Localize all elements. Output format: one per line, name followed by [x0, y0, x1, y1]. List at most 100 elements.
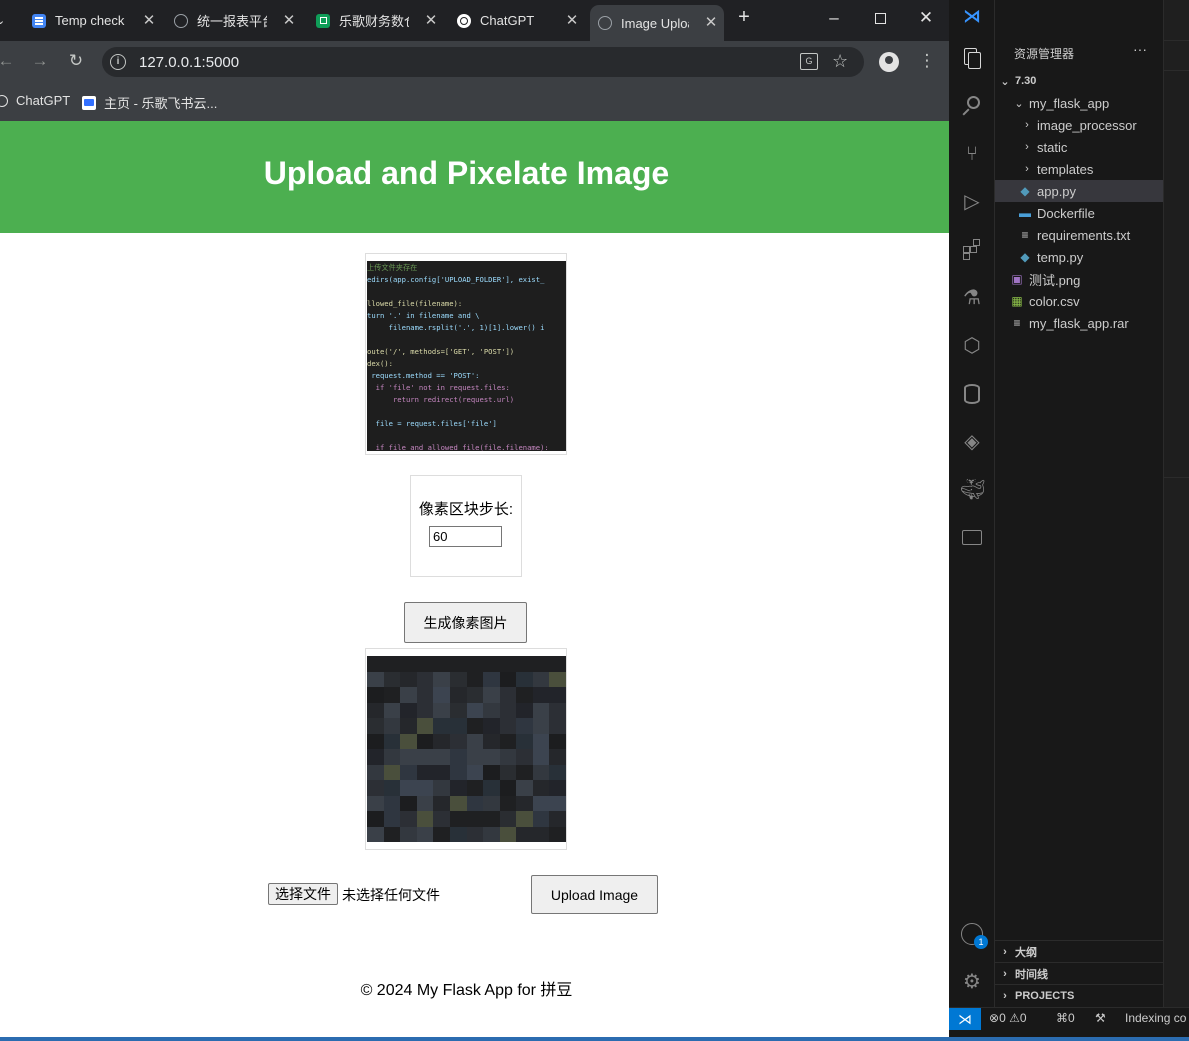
tab-chatgpt[interactable]: ChatGPT ✕: [457, 6, 585, 35]
forward-icon[interactable]: →: [28, 51, 52, 71]
reload-icon[interactable]: ↻: [64, 51, 88, 71]
accounts-icon[interactable]: 1: [960, 922, 988, 949]
chatgpt-icon: [0, 94, 8, 107]
panel-outline[interactable]: › 大纲: [995, 940, 1163, 962]
docs-icon: [32, 13, 46, 28]
code-screenshot-image: 上传文件夹存在 edirs(app.config['UPLOAD_FOLDER']…: [367, 261, 566, 451]
maximize-icon[interactable]: [868, 9, 892, 29]
problems-indicator[interactable]: ⊗0 ⚠0: [989, 1011, 1027, 1025]
tree-item-file[interactable]: ▬ Dockerfile: [995, 202, 1163, 224]
tree-item-file[interactable]: ◆ temp.py: [995, 246, 1163, 268]
pixel-block: [383, 702, 401, 718]
pixel-block: [367, 780, 384, 796]
tab-finance-warehouse[interactable]: 乐歌财务数仓 ✕: [316, 6, 444, 35]
generate-pixel-button[interactable]: 生成像素图片: [404, 602, 527, 643]
pixel-block: [383, 749, 401, 765]
pixel-block: [416, 733, 434, 749]
bookmark-feishu[interactable]: 主页 - 乐歌飞书云...: [82, 93, 217, 112]
upload-image-button[interactable]: Upload Image: [531, 875, 658, 914]
code-line: if 'file' not in request.files:: [367, 383, 510, 392]
chat-icon[interactable]: [960, 526, 984, 550]
step-form: 像素区块步长:: [410, 475, 522, 577]
source-control-icon[interactable]: ⑂: [960, 142, 984, 166]
tree-item-root[interactable]: ⌄ 7.30: [995, 70, 1163, 92]
tree-item-folder[interactable]: › image_processor: [995, 114, 1163, 136]
new-tab-button[interactable]: +: [732, 6, 756, 29]
step-input[interactable]: [429, 526, 502, 547]
tree-item-file[interactable]: ▦ color.csv: [995, 290, 1163, 312]
pixel-block: [532, 656, 550, 672]
tree-item-folder[interactable]: › static: [995, 136, 1163, 158]
remote-explorer-icon[interactable]: ⬡: [960, 334, 984, 358]
panel-timeline[interactable]: › 时间线: [995, 962, 1163, 984]
tree-item-file[interactable]: ≡ requirements.txt: [995, 224, 1163, 246]
chevron-right-icon: ›: [1003, 989, 1007, 1002]
pixel-block: [483, 749, 500, 765]
profile-avatar-icon[interactable]: [879, 52, 899, 72]
pixel-block: [449, 702, 467, 718]
pixel-block: [449, 826, 467, 842]
tree-item-file-selected[interactable]: ◆ app.py: [995, 180, 1163, 202]
panel-projects[interactable]: › PROJECTS: [995, 984, 1163, 1006]
pixel-block: [483, 733, 500, 749]
globe-icon: [174, 13, 188, 28]
url-text[interactable]: 127.0.0.1:5000: [139, 54, 239, 71]
browser-toolbar: ← → ↻ i 127.0.0.1:5000 G ☆ ⋮: [0, 41, 949, 83]
translate-icon[interactable]: G: [800, 53, 818, 70]
pixel-block: [532, 702, 550, 718]
menu-kebab-icon[interactable]: ⋮: [915, 51, 939, 71]
layers-icon[interactable]: ◈: [960, 430, 984, 454]
window-close-icon[interactable]: ✕: [914, 8, 938, 28]
run-debug-icon[interactable]: ▷: [960, 190, 984, 214]
close-icon[interactable]: ✕: [702, 13, 720, 31]
minimize-icon[interactable]: –: [822, 8, 846, 28]
explorer-icon[interactable]: [960, 46, 984, 70]
tab-temp-check[interactable]: Temp check ✕: [32, 6, 162, 35]
build-icon[interactable]: ⚒: [1095, 1011, 1106, 1025]
pixel-block: [499, 780, 517, 796]
settings-gear-icon[interactable]: ⚙: [960, 970, 984, 994]
step-label: 像素区块步长:: [418, 501, 514, 518]
tree-item-folder[interactable]: › templates: [995, 158, 1163, 180]
pixel-block: [383, 656, 401, 672]
search-icon[interactable]: [960, 94, 984, 118]
tree-item-file[interactable]: ▣ 测试.png: [995, 268, 1163, 290]
back-icon[interactable]: ←: [0, 51, 18, 71]
pixel-block: [516, 687, 533, 703]
pixel-block: [383, 826, 401, 842]
tree-item-folder[interactable]: ⌄ my_flask_app: [995, 92, 1163, 114]
close-icon[interactable]: ✕: [422, 11, 440, 29]
bookmark-star-icon[interactable]: ☆: [832, 51, 848, 72]
address-bar[interactable]: i 127.0.0.1:5000 G ☆: [102, 47, 864, 77]
close-icon[interactable]: ✕: [563, 11, 581, 29]
pixel-block: [549, 702, 566, 718]
taskbar-edge: [0, 1037, 1189, 1041]
pixel-block: [532, 764, 550, 780]
pixel-block: [516, 671, 533, 687]
close-icon[interactable]: ✕: [140, 11, 158, 29]
more-actions-icon[interactable]: ···: [1133, 41, 1147, 57]
tab-search-button[interactable]: ⌄: [0, 6, 16, 35]
pixel-block: [433, 702, 450, 718]
pixel-block: [383, 718, 401, 734]
remote-indicator-icon[interactable]: ⋊: [949, 1008, 981, 1030]
testing-flask-icon[interactable]: ⚗: [960, 286, 984, 310]
choose-file-button[interactable]: 选择文件: [268, 883, 338, 905]
tab-strip: ⌄ Temp check ✕ 统一报表平台 ✕ 乐歌财务数仓 ✕ ChatGPT…: [0, 0, 949, 41]
extensions-icon[interactable]: [960, 238, 984, 262]
site-info-icon[interactable]: i: [110, 54, 126, 70]
tree-item-file[interactable]: ≡ my_flask_app.rar: [995, 312, 1163, 334]
chevron-right-icon: ›: [1003, 967, 1007, 980]
screen: ⌄ Temp check ✕ 统一报表平台 ✕ 乐歌财务数仓 ✕ ChatGPT…: [0, 0, 1189, 1041]
ports-indicator[interactable]: ⌘0: [1056, 1011, 1075, 1025]
bookmark-chatgpt[interactable]: ChatGPT: [0, 93, 70, 108]
tab-report-platform[interactable]: 统一报表平台 ✕: [174, 6, 302, 35]
docker-icon[interactable]: 🐳︎: [960, 478, 985, 502]
tab-image-upload[interactable]: Image Upload ✕: [590, 5, 724, 41]
pixel-block: [549, 656, 566, 672]
close-icon[interactable]: ✕: [280, 11, 298, 29]
database-icon[interactable]: [960, 382, 984, 406]
pixel-block: [483, 687, 500, 703]
pixel-block: [416, 780, 434, 796]
